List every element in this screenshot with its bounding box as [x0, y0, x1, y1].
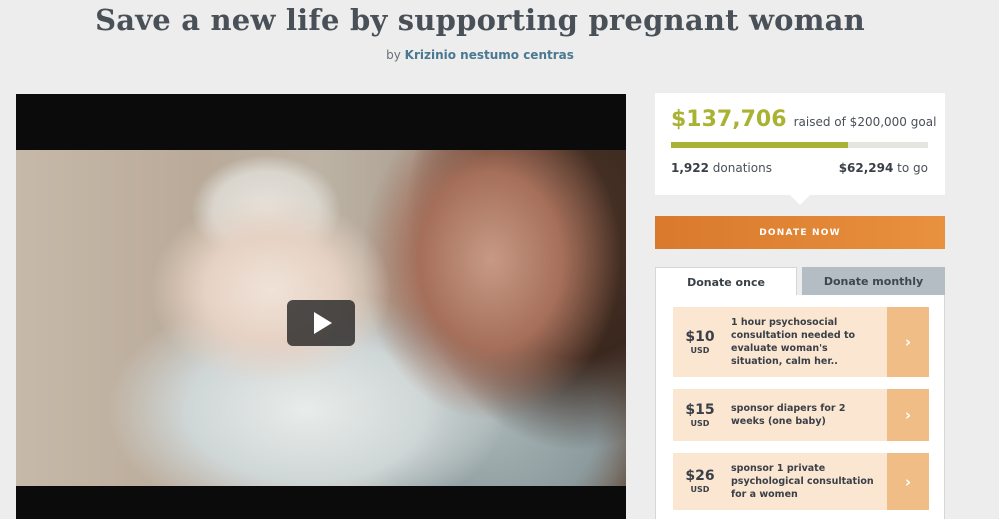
donations-count: 1,922: [671, 161, 709, 175]
raised-goal-text: raised of $200,000 goal: [793, 115, 937, 129]
option-amount-value: $26: [685, 468, 715, 484]
donations-stat: 1,922 donations: [671, 161, 772, 175]
byline-prefix: by: [386, 48, 401, 62]
to-go-amount: $62,294: [838, 161, 894, 175]
option-currency: USD: [690, 345, 710, 355]
option-description: sponsor diapers for 2 weeks (one baby): [731, 403, 846, 427]
to-go-label: to go: [897, 161, 928, 175]
page-title: Save a new life by supporting pregnant w…: [95, 3, 865, 37]
to-go-stat: $62,294 to go: [839, 161, 928, 175]
option-description: 1 hour psychosocial consultation needed …: [731, 317, 856, 367]
donation-counts: 1,922 donations $62,294 to go: [671, 161, 928, 175]
video-player[interactable]: [16, 94, 626, 519]
play-button[interactable]: [287, 300, 355, 346]
funding-progress-bar: [671, 142, 928, 148]
option-currency: USD: [690, 485, 710, 494]
option-amount-value: $10: [685, 328, 715, 345]
funding-stats: $137,706 raised of $200,000 goal 1,922 d…: [655, 93, 945, 205]
byline: by Krizinio nestumo centras: [0, 48, 960, 62]
donation-frequency-tabs: Donate once Donate monthly: [655, 267, 945, 297]
organizer-link[interactable]: Krizinio nestumo centras: [405, 48, 574, 62]
tab-donate-monthly[interactable]: Donate monthly: [802, 267, 945, 295]
donation-option[interactable]: $10 USD 1 hour psychosocial consultation…: [673, 307, 929, 377]
donation-option[interactable]: $15 USD sponsor diapers for 2 weeks (one…: [673, 389, 929, 441]
tab-donate-once[interactable]: Donate once: [655, 267, 797, 297]
play-icon: [314, 312, 332, 334]
donation-options: $10 USD 1 hour psychosocial consultation…: [655, 295, 945, 519]
chevron-right-icon[interactable]: ›: [887, 307, 929, 377]
option-description: sponsor 1 private psychological consulta…: [731, 463, 874, 500]
donation-option[interactable]: $26 USD sponsor 1 private psychological …: [673, 453, 929, 510]
option-amount: $15 USD: [673, 389, 727, 441]
raised-amount: $137,706: [671, 107, 787, 132]
funding-progress-fill: [671, 142, 848, 148]
donations-label: donations: [712, 161, 772, 175]
option-currency: USD: [690, 418, 710, 428]
option-amount: $26 USD: [673, 453, 727, 510]
donate-now-button[interactable]: DONATE NOW: [655, 216, 945, 249]
option-amount: $10 USD: [673, 307, 727, 377]
chevron-right-icon[interactable]: ›: [887, 389, 929, 441]
chevron-right-icon[interactable]: ›: [887, 453, 929, 510]
raised-row: $137,706 raised of $200,000 goal: [671, 107, 936, 132]
option-amount-value: $15: [685, 401, 715, 418]
